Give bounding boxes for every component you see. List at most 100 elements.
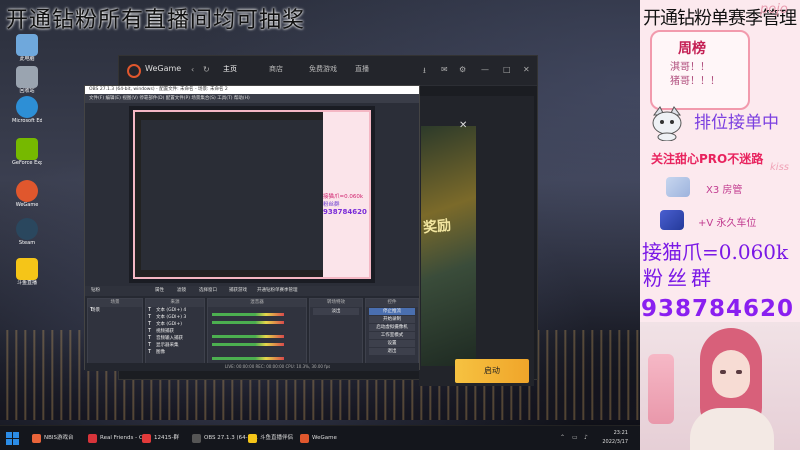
preview-line: 938784620 [323,208,367,216]
badge-text: X3 房管 [706,185,743,196]
network-icon[interactable]: ▭ [572,434,578,441]
mail-icon[interactable]: ✉ [441,65,448,74]
webcam-feed [640,322,800,450]
toolbar-item[interactable]: 选择窗口 [199,286,217,296]
app-icon [248,434,257,443]
volume-icon[interactable]: ♪ [584,434,588,441]
wegame-nav-free-games[interactable]: 免费游戏 [309,64,337,74]
douyu-icon [16,258,38,280]
transition-select[interactable]: 淡出 [313,308,359,315]
app-icon [32,434,41,443]
download-icon[interactable]: ⭳ [423,65,426,79]
taskbar-item[interactable]: NBIS游戏台 [30,430,74,447]
wegame-icon [16,180,38,202]
toolbar-item[interactable]: 钻粉 [91,286,100,296]
desktop-icon-recycle-bin[interactable]: 回收站 [12,66,42,95]
refresh-icon[interactable]: ↻ [203,65,210,74]
desktop-icon-label: Microsoft Edge [12,118,42,124]
properties-button[interactable]: 属性 [155,286,164,296]
source-item[interactable]: 视频捕获 [146,328,204,335]
taskbar-item-label: 12415-群 [154,435,179,441]
source-item[interactable]: 音频输入捕获 [146,335,204,342]
virtual-camera-button[interactable]: 启动虚拟摄像机 [369,324,415,331]
stream-top-banner: 开通钻粉所有直播间均可抽奖 [0,0,640,33]
card-title: 周榜 [678,41,706,57]
badge-text: +V 永久车位 [698,218,757,229]
wegame-nav-store[interactable]: 商店 [269,64,283,74]
settings-button[interactable]: 设置 [369,340,415,347]
wegame-nav-home[interactable]: 主页 [223,64,237,74]
obs-titlebar[interactable]: OBS 27.1.3 (64-bit, windows) - 配置文件: 未命名… [85,86,419,94]
audio-meter [212,335,284,338]
back-arrow-icon[interactable]: ‹ [191,65,194,74]
desktop-icon-wegame[interactable]: WeGame [12,180,42,209]
taskbar-item[interactable]: 斗鱼直播伴侣 [246,430,293,447]
obs-menubar[interactable]: 文件(F) 编辑(E) 视图(V) 停靠部件(D) 配置文件(P) 场景集合(S… [85,94,419,103]
taskbar: NBIS游戏台 Real Friends - Ca... 12415-群 OBS… [0,425,640,450]
desktop-icon-label: Steam [18,240,36,246]
dock-title: 混音器 [208,299,306,307]
toolbar-item[interactable]: 捕获游戏 [229,286,247,296]
streamer-eye [736,370,742,374]
audio-meter [212,321,284,324]
settings-icon[interactable]: ⚙ [459,65,466,74]
windows-start-icon[interactable] [6,432,19,445]
filters-button[interactable]: 滤镜 [177,286,186,296]
fans-group-label: 粉丝群 [643,266,715,290]
streamer-face [712,350,750,398]
preview-inner-overlay: 接猫爪=0.060k 粉丝群 938784620 [323,112,369,277]
source-item[interactable]: 文本 (GDI+) [146,321,204,328]
source-item[interactable]: 文本 (GDI+) 3 [146,314,204,321]
preview-line: 接猫爪=0.060k [323,194,364,200]
start-recording-button[interactable]: 开始录制 [369,316,415,323]
obs-window[interactable]: OBS 27.1.3 (64-bit, windows) - 配置文件: 未命名… [84,85,420,371]
card-line: 猪哥！！！ [670,76,720,87]
close-icon[interactable]: ✕ [523,65,530,74]
stop-streaming-button[interactable]: 停止推流 [369,308,415,315]
desktop-icon-steam[interactable]: Steam [12,218,42,247]
obs-source-toolbar: 钻粉 属性 滤镜 选择窗口 捕获游戏 开通钻粉单赛季管理 [85,286,419,296]
desktop-icon-label: 回收站 [19,88,35,94]
desktop-icon-this-pc[interactable]: 此电脑 [12,34,42,63]
source-item[interactable]: 显示器采集 [146,342,204,349]
toolbar-item[interactable]: 开通钻粉单赛季管理 [257,286,298,296]
maximize-icon[interactable]: □ [503,65,511,74]
wegame-titlebar[interactable]: WeGame ‹ ↻ 主页 商店 免费游戏 直播 ⭳ ✉ ⚙ — □ ✕ [119,56,537,86]
desktop-icon-douyu[interactable]: 斗鱼直播 [12,258,42,287]
desktop-icon-label: GeForce Experience [12,160,42,166]
mixer-dock: 混音器 [207,298,307,368]
scene-item[interactable]: 场景 [88,307,142,314]
app-icon [300,434,309,443]
dock-title: 转场特效 [310,299,362,307]
minimize-icon[interactable]: — [481,65,489,74]
wegame-nav-live[interactable]: 直播 [355,64,369,74]
card-line: 淇哥！！ [670,62,710,73]
desktop-icon-geforce[interactable]: GeForce Experience [12,138,42,167]
geforce-icon [16,138,38,160]
taskbar-item[interactable]: 12415-群 [140,430,179,447]
desktop-icon-label: 此电脑 [19,56,35,62]
source-item[interactable]: 文本 (GDI+) 4 [146,307,204,314]
wegame-event-banner[interactable] [421,126,476,366]
obs-preview[interactable]: 接猫爪=0.060k 粉丝群 938784620 [129,106,375,283]
clock-time: 23:21 [613,430,628,436]
banner-text: 开通钻粉所有直播间均可抽奖 [6,8,306,33]
source-item[interactable]: 图像 [146,349,204,356]
taskbar-item-label: 斗鱼直播伴侣 [260,435,294,441]
exit-button[interactable]: 退出 [369,348,415,355]
start-game-button[interactable]: 启动 [455,359,529,383]
chevron-up-icon[interactable]: ⌃ [560,434,565,441]
steam-icon [16,218,38,240]
close-icon[interactable]: ✕ [459,120,467,131]
taskbar-item[interactable]: WeGame [298,430,337,447]
clock[interactable]: 23:21 2022/3/17 [602,429,628,447]
cat-icon [652,106,682,141]
dock-title: 控件 [366,299,418,307]
follow-text: 关注甜心PRO不迷路 [651,152,764,166]
studio-mode-button[interactable]: 工作室模式 [369,332,415,339]
dock-title: 场景 [88,299,142,307]
rank-status-text: 排位接单中 [694,113,779,133]
desktop-icon-label: WeGame [15,202,39,208]
desktop-icon-edge[interactable]: Microsoft Edge [12,96,42,125]
fans-group-number: 938784620 [641,296,795,322]
